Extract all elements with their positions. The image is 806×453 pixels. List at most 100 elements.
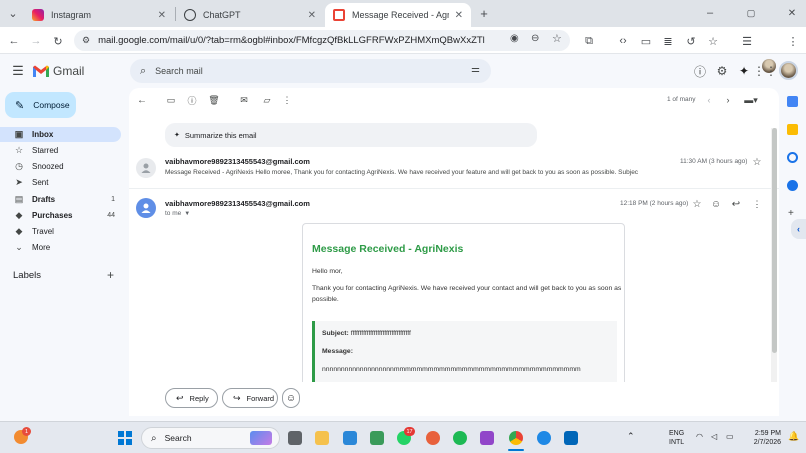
archive-icon[interactable]: ▭ bbox=[165, 94, 177, 106]
back-to-inbox-icon[interactable]: ← bbox=[136, 94, 148, 106]
gmail-logo-icon[interactable] bbox=[32, 64, 50, 78]
contacts-icon[interactable] bbox=[787, 180, 798, 191]
new-tab-button[interactable]: + bbox=[476, 5, 492, 21]
account-avatar[interactable] bbox=[779, 61, 798, 80]
input-tools-icon[interactable]: ▬▾ bbox=[742, 94, 760, 106]
sidebar-item-drafts[interactable]: ▤ Drafts 1 bbox=[0, 192, 121, 207]
newer-icon[interactable]: ‹ bbox=[703, 94, 715, 106]
emoji-button[interactable]: ☺ bbox=[282, 388, 300, 408]
spotify-icon[interactable] bbox=[453, 431, 467, 445]
sparkle-icon: ✦ bbox=[174, 132, 180, 139]
chrome-icon[interactable] bbox=[509, 431, 523, 445]
email-body-title: Message Received - AgriNexis bbox=[312, 243, 464, 255]
sidebar-item-more[interactable]: ⌄ More bbox=[0, 240, 121, 255]
forward-button[interactable]: ↪ Forward bbox=[222, 388, 278, 408]
brave-icon[interactable] bbox=[426, 431, 440, 445]
gemini-sparkle-icon[interactable]: ✦ bbox=[736, 63, 752, 79]
extensions-icon[interactable]: ⧉ bbox=[581, 33, 597, 49]
edge-icon[interactable] bbox=[537, 431, 551, 445]
volume-icon[interactable]: ◁ bbox=[711, 432, 717, 441]
sender-email[interactable]: vaibhavmore9892313455543@gmail.com bbox=[165, 199, 310, 208]
wifi-icon[interactable]: ◠ bbox=[696, 432, 703, 441]
close-window-button[interactable]: ✕ bbox=[784, 5, 800, 21]
sidebar-item-inbox[interactable]: ▣ Inbox bbox=[0, 127, 121, 142]
battery-icon[interactable]: ▭ bbox=[726, 432, 734, 441]
forward-icon[interactable]: → bbox=[28, 33, 44, 49]
keep-icon[interactable] bbox=[787, 124, 798, 135]
tab-chatgpt[interactable]: ChatGPT ✕ bbox=[176, 3, 324, 27]
side-panel-icon[interactable]: ☰ bbox=[739, 33, 755, 49]
reply-icon[interactable]: ↩ bbox=[730, 198, 742, 210]
sidebar-item-starred[interactable]: ☆ Starred bbox=[0, 143, 121, 158]
expand-side-panel-icon[interactable]: ‹ bbox=[791, 219, 806, 239]
mark-unread-icon[interactable]: ✉ bbox=[238, 94, 250, 106]
star-message-icon[interactable]: ☆ bbox=[691, 198, 703, 210]
main-menu-icon[interactable]: ☰ bbox=[10, 63, 26, 79]
windows-start-icon[interactable] bbox=[118, 431, 132, 445]
add-label-button[interactable]: + bbox=[107, 268, 114, 282]
sidebar-item-snoozed[interactable]: ◷ Snoozed bbox=[0, 159, 121, 174]
sidebar-item-sent[interactable]: ➤ Sent bbox=[0, 175, 121, 190]
devtools-icon[interactable]: ‹› bbox=[615, 33, 631, 49]
reply-button[interactable]: ↩ Reply bbox=[165, 388, 218, 408]
minimize-button[interactable]: – bbox=[702, 5, 718, 21]
settings-gear-icon[interactable]: ⚙ bbox=[714, 63, 730, 79]
sidebar-item-purchases[interactable]: ◆ Purchases 44 bbox=[0, 208, 121, 223]
address-bar[interactable]: ⚙ mail.google.com/mail/u/0/?tab=rm&ogbl#… bbox=[74, 30, 570, 51]
delete-icon[interactable]: 🗑 bbox=[208, 94, 220, 106]
help-icon[interactable]: ⓘ bbox=[692, 63, 708, 79]
history-icon[interactable]: ↺ bbox=[683, 33, 699, 49]
search-icon[interactable]: ⌕ bbox=[140, 65, 146, 78]
calendar-icon[interactable] bbox=[787, 96, 798, 107]
move-to-icon[interactable]: ▱ bbox=[261, 94, 273, 106]
favorites-icon[interactable]: ☆ bbox=[705, 33, 721, 49]
summarize-email-button[interactable]: ✦ Summarize this email bbox=[165, 123, 537, 147]
app-icon[interactable] bbox=[480, 431, 494, 445]
sender-avatar bbox=[136, 158, 156, 178]
emoji-react-icon[interactable]: ☺ bbox=[710, 198, 722, 210]
site-info-icon[interactable]: ⚙ bbox=[82, 35, 90, 46]
sidebar-item-travel[interactable]: ◆ Travel bbox=[0, 224, 121, 239]
input-language[interactable]: ENG INTL bbox=[669, 429, 684, 447]
eye-icon[interactable]: ◉ bbox=[510, 33, 519, 44]
tab-search-icon[interactable]: ⌄ bbox=[5, 5, 21, 21]
vscode-icon[interactable] bbox=[564, 431, 578, 445]
message-more-icon[interactable]: ⋮ bbox=[751, 198, 763, 210]
tab-gmail-active[interactable]: Message Received - AgriNexis ✕ bbox=[325, 3, 471, 27]
notifications-bell-icon[interactable]: 🔔 bbox=[788, 431, 799, 442]
file-explorer-icon[interactable] bbox=[315, 431, 329, 445]
store-icon[interactable] bbox=[370, 431, 384, 445]
reload-icon[interactable]: ↻ bbox=[50, 33, 66, 49]
search-mail-input[interactable]: ⌕ Search mail ⚌ bbox=[130, 59, 491, 83]
zoom-icon[interactable]: ⊖ bbox=[531, 33, 539, 44]
message-time: 11:30 AM (3 hours ago) bbox=[680, 158, 748, 165]
tasks-icon[interactable] bbox=[787, 152, 798, 163]
search-options-icon[interactable]: ⚌ bbox=[471, 64, 480, 75]
bookmark-star-icon[interactable]: ☆ bbox=[552, 32, 562, 45]
system-clock[interactable]: 2:59 PM 2/7/2026 bbox=[749, 429, 781, 447]
recipient-details[interactable]: to me ▼ bbox=[165, 210, 190, 217]
reading-mode-icon[interactable]: ≣ bbox=[660, 33, 676, 49]
taskbar-search-box[interactable]: ⌕ Search bbox=[141, 427, 280, 449]
browser-menu-icon[interactable]: ⋮ bbox=[785, 33, 801, 49]
close-tab-icon[interactable]: ✕ bbox=[158, 10, 166, 21]
tray-overflow-icon[interactable]: ⌃ bbox=[627, 431, 635, 442]
message-collapsed[interactable]: vaibhavmore98923134​55543@gmail.com Mess… bbox=[129, 152, 779, 188]
add-addon-icon[interactable]: + bbox=[788, 208, 798, 219]
back-icon[interactable]: ← bbox=[6, 33, 22, 49]
cast-icon[interactable]: ▭ bbox=[638, 33, 654, 49]
task-view-icon[interactable] bbox=[288, 431, 302, 445]
report-spam-icon[interactable]: ⓘ bbox=[186, 94, 198, 106]
star-icon: ☆ bbox=[14, 145, 24, 155]
more-options-icon[interactable]: ⋮ bbox=[281, 94, 293, 106]
tab-instagram[interactable]: Instagram ✕ bbox=[24, 3, 174, 27]
apps-grid-icon[interactable]: ⋮⋮ bbox=[753, 63, 777, 79]
older-icon[interactable]: › bbox=[722, 94, 734, 106]
close-tab-icon[interactable]: ✕ bbox=[455, 10, 463, 21]
scrollbar-thumb[interactable] bbox=[772, 128, 777, 353]
star-message-icon[interactable]: ☆ bbox=[751, 156, 763, 168]
maximize-button[interactable]: ▢ bbox=[743, 5, 759, 21]
compose-button[interactable]: ✎ Compose bbox=[5, 92, 76, 118]
photos-icon[interactable] bbox=[343, 431, 357, 445]
close-tab-icon[interactable]: ✕ bbox=[308, 10, 316, 21]
